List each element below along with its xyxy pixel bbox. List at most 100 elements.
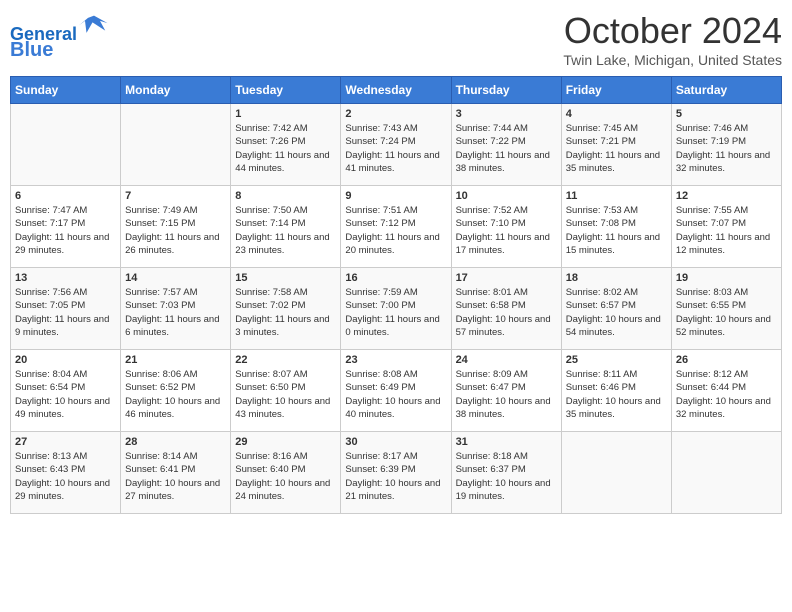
day-info: Sunrise: 8:11 AMSunset: 6:46 PMDaylight:…	[566, 368, 667, 421]
daylight-text: Daylight: 10 hours and 19 minutes.	[456, 477, 557, 504]
calendar-cell: 19 Sunrise: 8:03 AMSunset: 6:55 PMDayligh…	[671, 268, 781, 350]
calendar-cell: 16Sunrise: 7:59 AMSunset: 7:00 PMDayligh…	[341, 268, 451, 350]
day-info: Sunrise: 7:50 AMSunset: 7:14 PMDaylight:…	[235, 204, 336, 257]
sunrise-text: Sunrise: 7:59 AM	[345, 286, 446, 299]
calendar-cell	[121, 104, 231, 186]
sunrise-text: Sunrise: 7:45 AM	[566, 122, 667, 135]
sunset-text: Sunset: 6:43 PM	[15, 463, 116, 476]
month-title: October 2024	[563, 10, 782, 52]
calendar-cell: 24Sunrise: 8:09 AMSunset: 6:47 PMDayligh…	[451, 350, 561, 432]
day-info: Sunrise: 8:12 AMSunset: 6:44 PMDaylight:…	[676, 368, 777, 421]
daylight-text: Daylight: 11 hours and 32 minutes.	[676, 149, 777, 176]
calendar-cell: 14Sunrise: 7:57 AMSunset: 7:03 PMDayligh…	[121, 268, 231, 350]
day-info: Sunrise: 7:51 AMSunset: 7:12 PMDaylight:…	[345, 204, 446, 257]
day-number: 22	[235, 354, 336, 366]
day-info: Sunrise: 8:02 AMSunset: 6:57 PMDaylight:…	[566, 286, 667, 339]
day-number: 19	[676, 272, 777, 284]
calendar-week-1: 1Sunrise: 7:42 AMSunset: 7:26 PMDaylight…	[11, 104, 782, 186]
daylight-text: Daylight: 11 hours and 17 minutes.	[456, 231, 557, 258]
sunrise-text: Sunrise: 8:01 AM	[456, 286, 557, 299]
calendar-cell: 6Sunrise: 7:47 AMSunset: 7:17 PMDaylight…	[11, 186, 121, 268]
day-number: 28	[125, 436, 226, 448]
day-info: Sunrise: 7:44 AMSunset: 7:22 PMDaylight:…	[456, 122, 557, 175]
daylight-text: Daylight: 11 hours and 9 minutes.	[15, 313, 116, 340]
header-saturday: Saturday	[671, 77, 781, 104]
sunset-text: Sunset: 6:37 PM	[456, 463, 557, 476]
header-thursday: Thursday	[451, 77, 561, 104]
daylight-text: Daylight: 11 hours and 20 minutes.	[345, 231, 446, 258]
daylight-text: Daylight: 11 hours and 12 minutes.	[676, 231, 777, 258]
calendar-cell: 21Sunrise: 8:06 AMSunset: 6:52 PMDayligh…	[121, 350, 231, 432]
daylight-text: Daylight: 10 hours and 38 minutes.	[456, 395, 557, 422]
calendar-cell: 26 Sunrise: 8:12 AMSunset: 6:44 PMDayligh…	[671, 350, 781, 432]
sunrise-text: Sunrise: 7:42 AM	[235, 122, 336, 135]
day-number: 8	[235, 190, 336, 202]
day-info: Sunrise: 7:45 AMSunset: 7:21 PMDaylight:…	[566, 122, 667, 175]
header-sunday: Sunday	[11, 77, 121, 104]
sunrise-text: Sunrise: 7:51 AM	[345, 204, 446, 217]
daylight-text: Daylight: 11 hours and 23 minutes.	[235, 231, 336, 258]
day-info: Sunrise: 7:49 AMSunset: 7:15 PMDaylight:…	[125, 204, 226, 257]
sunset-text: Sunset: 6:50 PM	[235, 381, 336, 394]
daylight-text: Daylight: 10 hours and 35 minutes.	[566, 395, 667, 422]
sunrise-text: Sunrise: 8:18 AM	[456, 450, 557, 463]
day-info: Sunrise: 8:06 AMSunset: 6:52 PMDaylight:…	[125, 368, 226, 421]
day-number: 15	[235, 272, 336, 284]
day-number: 9	[345, 190, 446, 202]
daylight-text: Daylight: 10 hours and 29 minutes.	[15, 477, 116, 504]
day-number: 31	[456, 436, 557, 448]
day-info: Sunrise: 8:09 AMSunset: 6:47 PMDaylight:…	[456, 368, 557, 421]
calendar-cell: 4Sunrise: 7:45 AMSunset: 7:21 PMDaylight…	[561, 104, 671, 186]
daylight-text: Daylight: 11 hours and 35 minutes.	[566, 149, 667, 176]
calendar-cell: 5Sunrise: 7:46 AMSunset: 7:19 PMDaylight…	[671, 104, 781, 186]
daylight-text: Daylight: 10 hours and 32 minutes.	[676, 395, 777, 422]
calendar-cell: 20Sunrise: 8:04 AMSunset: 6:54 PMDayligh…	[11, 350, 121, 432]
sunrise-text: Sunrise: 7:56 AM	[15, 286, 116, 299]
sunrise-text: Sunrise: 8:03 AM	[676, 286, 777, 299]
day-info: Sunrise: 7:52 AMSunset: 7:10 PMDaylight:…	[456, 204, 557, 257]
sunset-text: Sunset: 7:26 PM	[235, 135, 336, 148]
sunset-text: Sunset: 6:57 PM	[566, 299, 667, 312]
sunset-text: Sunset: 6:41 PM	[125, 463, 226, 476]
header-friday: Friday	[561, 77, 671, 104]
calendar-cell: 11Sunrise: 7:53 AMSunset: 7:08 PMDayligh…	[561, 186, 671, 268]
logo-bird-icon	[79, 10, 109, 40]
day-number: 13	[15, 272, 116, 284]
day-info: Sunrise: 8:03 AMSunset: 6:55 PMDaylight:…	[676, 286, 777, 339]
sunrise-text: Sunrise: 8:17 AM	[345, 450, 446, 463]
calendar-cell: 7Sunrise: 7:49 AMSunset: 7:15 PMDaylight…	[121, 186, 231, 268]
calendar-cell: 17Sunrise: 8:01 AMSunset: 6:58 PMDayligh…	[451, 268, 561, 350]
day-info: Sunrise: 7:59 AMSunset: 7:00 PMDaylight:…	[345, 286, 446, 339]
sunrise-text: Sunrise: 8:13 AM	[15, 450, 116, 463]
day-number: 26	[676, 354, 777, 366]
sunrise-text: Sunrise: 8:07 AM	[235, 368, 336, 381]
sunset-text: Sunset: 7:08 PM	[566, 217, 667, 230]
logo: General Blue	[10, 10, 109, 61]
day-info: Sunrise: 8:08 AMSunset: 6:49 PMDaylight:…	[345, 368, 446, 421]
sunset-text: Sunset: 6:55 PM	[676, 299, 777, 312]
sunset-text: Sunset: 7:00 PM	[345, 299, 446, 312]
sunset-text: Sunset: 7:17 PM	[15, 217, 116, 230]
day-number: 10	[456, 190, 557, 202]
calendar-week-3: 13Sunrise: 7:56 AMSunset: 7:05 PMDayligh…	[11, 268, 782, 350]
daylight-text: Daylight: 11 hours and 6 minutes.	[125, 313, 226, 340]
day-info: Sunrise: 8:14 AMSunset: 6:41 PMDaylight:…	[125, 450, 226, 503]
sunrise-text: Sunrise: 7:58 AM	[235, 286, 336, 299]
calendar-cell: 3Sunrise: 7:44 AMSunset: 7:22 PMDaylight…	[451, 104, 561, 186]
sunrise-text: Sunrise: 8:06 AM	[125, 368, 226, 381]
day-info: Sunrise: 8:17 AMSunset: 6:39 PMDaylight:…	[345, 450, 446, 503]
day-info: Sunrise: 7:58 AMSunset: 7:02 PMDaylight:…	[235, 286, 336, 339]
calendar-cell: 25 Sunrise: 8:11 AMSunset: 6:46 PMDayligh…	[561, 350, 671, 432]
day-number: 25	[566, 354, 667, 366]
calendar-cell: 23 Sunrise: 8:08 AMSunset: 6:49 PMDayligh…	[341, 350, 451, 432]
calendar-cell: 29Sunrise: 8:16 AMSunset: 6:40 PMDayligh…	[231, 432, 341, 514]
sunset-text: Sunset: 7:24 PM	[345, 135, 446, 148]
calendar-cell: 30 Sunrise: 8:17 AMSunset: 6:39 PMDayligh…	[341, 432, 451, 514]
day-number: 2	[345, 108, 446, 120]
sunrise-text: Sunrise: 7:44 AM	[456, 122, 557, 135]
day-number: 30	[345, 436, 446, 448]
sunset-text: Sunset: 6:58 PM	[456, 299, 557, 312]
calendar-cell	[11, 104, 121, 186]
day-number: 23	[345, 354, 446, 366]
day-number: 11	[566, 190, 667, 202]
